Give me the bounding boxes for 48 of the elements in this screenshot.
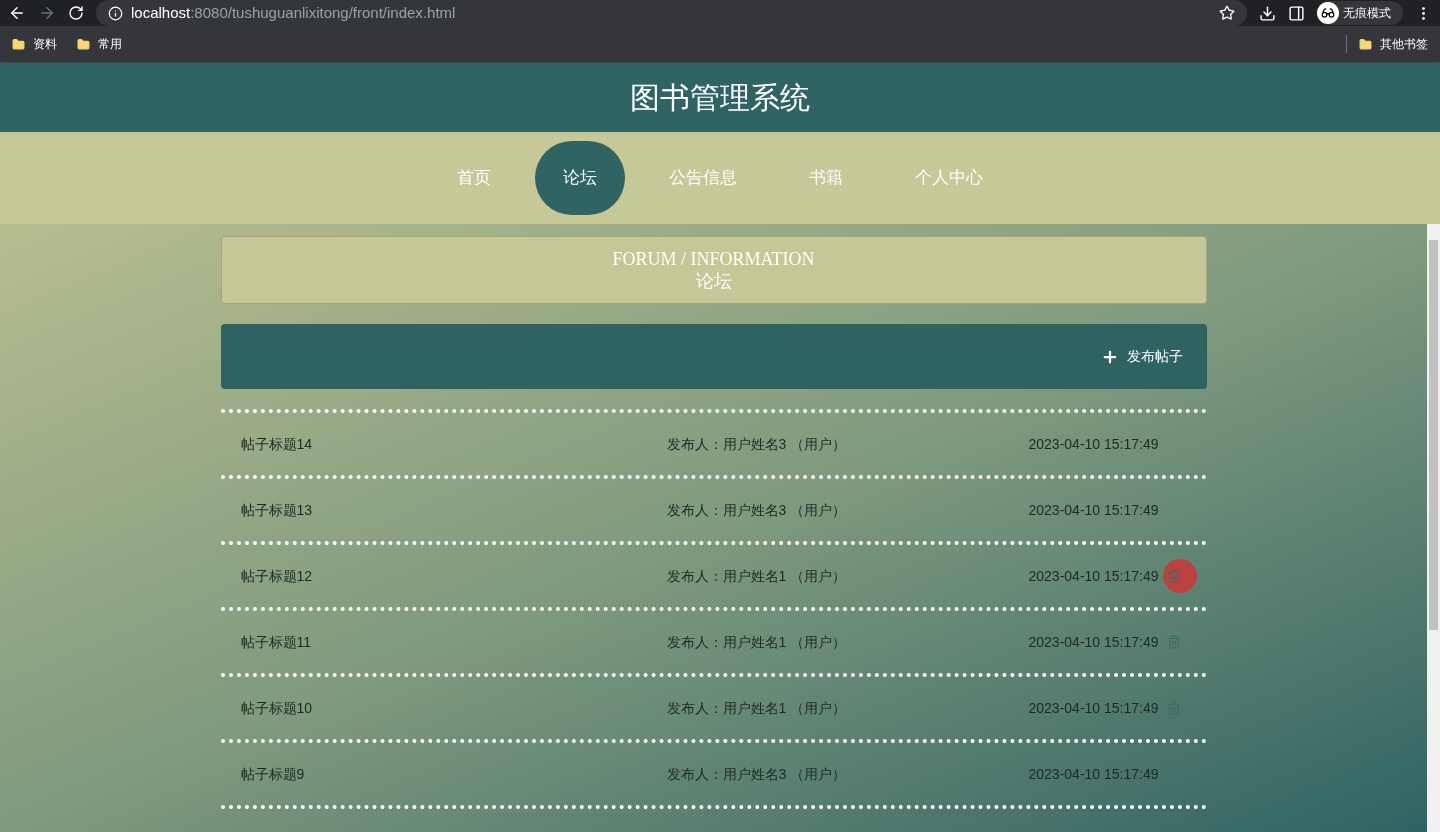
site-title: 图书管理系统 <box>630 80 810 116</box>
folder-icon <box>77 37 90 51</box>
post-row[interactable]: 帖子标题13 发布人：用户姓名3 （用户） 2023-04-10 15:17:49 <box>220 479 1207 545</box>
post-row[interactable]: 帖子标题14 发布人：用户姓名3 （用户） 2023-04-10 15:17:49 <box>220 413 1207 479</box>
post-author: 发布人：用户姓名1 （用户） <box>666 698 848 718</box>
post-time: 2023-04-10 15:17:49 <box>1028 566 1159 586</box>
folder-icon <box>12 37 25 51</box>
bookmark-item[interactable]: 常用 <box>77 35 122 53</box>
post-author: 发布人：用户姓名1 （用户） <box>666 566 848 586</box>
post-author: 发布人：用户姓名1 （用户） <box>666 632 848 652</box>
profile-chip[interactable]: 无痕模式 <box>1317 1 1403 25</box>
back-icon[interactable] <box>8 4 26 22</box>
post-time: 2023-04-10 15:17:49 <box>1028 632 1159 652</box>
banner-title-en: FORUM / INFORMATION <box>612 248 815 270</box>
info-icon <box>108 5 123 21</box>
incognito-icon <box>1317 2 1339 24</box>
post-title[interactable]: 帖子标题12 <box>220 565 667 587</box>
folder-icon <box>1359 37 1372 51</box>
post-title[interactable]: 帖子标题11 <box>220 631 667 653</box>
post-row[interactable]: 帖子标题10 发布人：用户姓名1 （用户） 2023-04-10 15:17:49 <box>220 677 1207 743</box>
bookmark-item[interactable]: 资料 <box>12 35 57 53</box>
download-icon[interactable] <box>1259 4 1276 22</box>
banner-title: 论坛 <box>695 270 732 292</box>
post-time: 2023-04-10 15:17:49 <box>1028 764 1159 784</box>
post-author: 发布人：用户姓名3 （用户） <box>666 434 848 454</box>
forward-icon[interactable] <box>38 4 56 22</box>
nav-tab[interactable]: 论坛 <box>535 141 625 215</box>
post-row[interactable]: 帖子标题12 发布人：用户姓名1 （用户） 2023-04-10 15:17:49 <box>220 545 1207 611</box>
scrollbar[interactable] <box>1427 224 1440 832</box>
post-title[interactable]: 帖子标题9 <box>220 763 667 785</box>
post-author: 发布人：用户姓名3 （用户） <box>666 500 848 520</box>
side-panel-icon[interactable] <box>1288 4 1305 22</box>
post-row[interactable]: 帖子标题9 发布人：用户姓名3 （用户） 2023-04-10 15:17:49 <box>220 743 1207 809</box>
post-time: 2023-04-10 15:17:49 <box>1028 698 1159 718</box>
post-author: 发布人：用户姓名3 （用户） <box>666 764 848 784</box>
new-post-button[interactable]: 发布帖子 <box>1100 346 1183 367</box>
profile-label: 无痕模式 <box>1343 5 1391 22</box>
url-text: localhost:8080/tushuguanlixitong/front/index.html <box>131 2 457 23</box>
post-title[interactable]: 帖子标题10 <box>220 697 667 719</box>
post-title[interactable]: 帖子标题14 <box>220 433 667 455</box>
post-row[interactable]: 帖子标题11 发布人：用户姓名1 （用户） 2023-04-10 15:17:49 <box>220 611 1207 677</box>
reload-icon[interactable] <box>68 5 84 21</box>
post-title[interactable]: 帖子标题13 <box>220 499 667 521</box>
address-bar[interactable]: localhost:8080/tushuguanlixitong/front/index.html <box>96 0 1247 26</box>
post-time: 2023-04-10 15:17:49 <box>1028 500 1159 520</box>
bookmark-star-icon[interactable] <box>1219 5 1235 21</box>
post-time: 2023-04-10 15:17:49 <box>1028 434 1159 454</box>
other-bookmarks[interactable]: 其他书签 <box>1346 35 1428 53</box>
